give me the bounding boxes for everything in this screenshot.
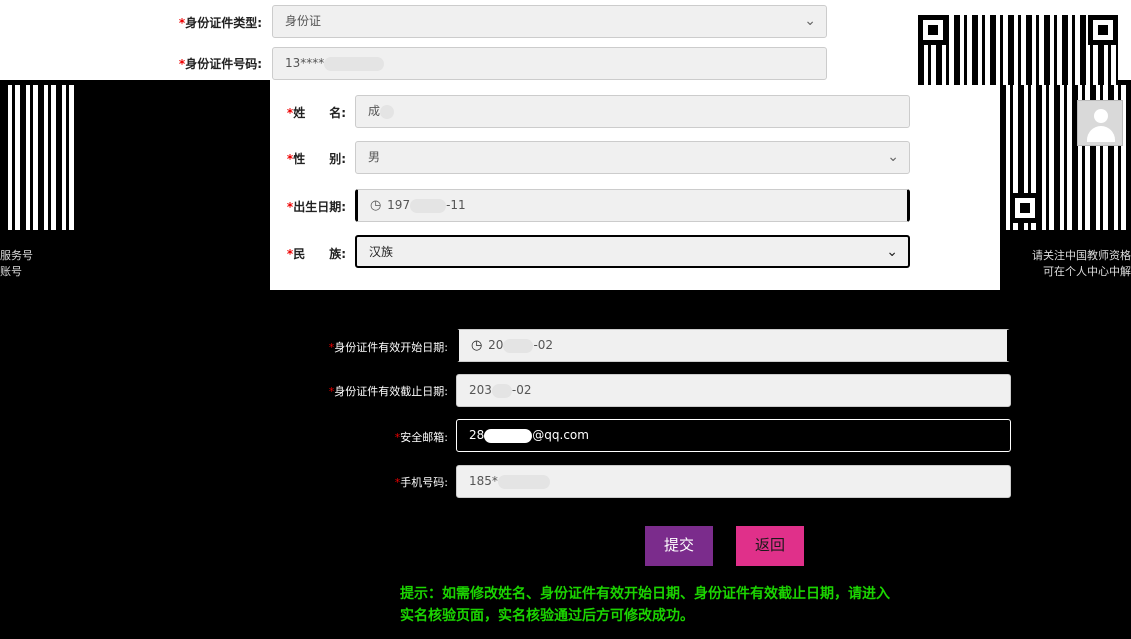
avatar-icon	[1077, 100, 1123, 146]
back-button[interactable]: 返回	[736, 526, 804, 566]
chevron-down-icon: ⌄	[804, 13, 816, 29]
valid-start-label: *身份证件有效开始日期:	[328, 341, 448, 354]
left-side-text: 服务号 账号	[0, 249, 33, 278]
chevron-down-icon: ⌄	[887, 149, 899, 165]
redaction	[410, 198, 447, 213]
qr-code-left	[2, 85, 80, 230]
name-label: *姓 名:	[286, 106, 346, 120]
valid-end-input[interactable]: 203 -02	[456, 374, 1011, 407]
phone-input[interactable]: 185*	[456, 465, 1011, 498]
birth-date-input[interactable]: ◷ 197 -11	[355, 189, 910, 222]
dark-overlay	[80, 80, 270, 290]
email-label: *安全邮箱:	[394, 431, 448, 444]
id-type-select[interactable]: 身份证 ⌄	[272, 5, 827, 38]
redaction	[380, 104, 395, 119]
name-input[interactable]: 成	[355, 95, 910, 128]
redaction	[497, 474, 550, 489]
gender-select[interactable]: 男 ⌄	[355, 141, 910, 174]
redaction	[484, 428, 533, 443]
valid-end-label: *身份证件有效截止日期:	[328, 385, 448, 398]
right-side-text: 请关注中国教师资格 可在个人中心中解	[1032, 249, 1131, 278]
gender-label: *性 别:	[286, 152, 346, 166]
radio-group-row[interactable]	[212, 288, 732, 300]
qr-code-right-top	[918, 15, 1118, 85]
phone-label: *手机号码:	[394, 476, 448, 489]
ethnicity-label: *民 族:	[286, 247, 346, 261]
clock-icon: ◷	[370, 198, 382, 213]
id-type-label: *身份证件类型:	[178, 16, 262, 30]
redaction	[503, 338, 534, 353]
valid-start-input[interactable]: ◷ 20 -02	[456, 329, 1011, 362]
ethnicity-select[interactable]: 汉族 ⌄	[355, 235, 910, 268]
redaction	[324, 56, 385, 71]
email-input[interactable]: 28 @qq.com	[456, 419, 1011, 452]
redaction	[491, 383, 512, 398]
id-number-input[interactable]: 13****	[272, 47, 827, 80]
submit-button[interactable]: 提交	[645, 526, 713, 566]
birth-date-label: *出生日期:	[286, 200, 346, 214]
clock-icon: ◷	[471, 338, 483, 353]
id-number-label: *身份证件号码:	[178, 57, 262, 71]
chevron-down-icon: ⌄	[886, 244, 898, 260]
tip-text: 提示：如需修改姓名、身份证件有效开始日期、身份证件有效截止日期，请进入 实名核验…	[400, 586, 890, 624]
